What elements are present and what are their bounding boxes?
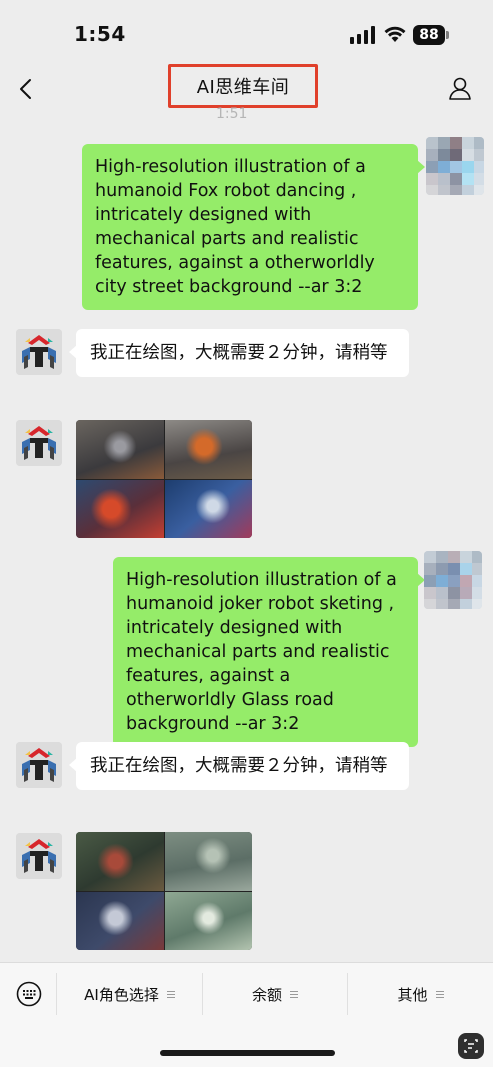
bottom-menu-bar: AI角色选择 余额 其他 (0, 962, 493, 1067)
image-tile (76, 891, 164, 950)
image-tile (76, 832, 164, 891)
battery-icon: 88 (413, 25, 449, 45)
back-arrow-icon[interactable] (14, 76, 40, 102)
menu-other[interactable]: 其他 (348, 963, 493, 1025)
bot-avatar[interactable] (16, 833, 62, 879)
submenu-icon (290, 989, 298, 1000)
image-tile (76, 479, 164, 538)
bot-logo-icon (16, 742, 62, 788)
menu-label: AI角色选择 (84, 985, 159, 1004)
menu-balance[interactable]: 余额 (203, 963, 347, 1025)
menu-label: 余额 (251, 985, 282, 1004)
submenu-icon (435, 989, 444, 1000)
bot-logo-icon (16, 833, 62, 879)
status-time: 1:54 (74, 22, 126, 46)
incoming-message-bubble[interactable]: 我正在绘图，大概需要２分钟，请稍等 (69, 329, 409, 377)
menu-ai-role-select[interactable]: AI角色选择 (57, 963, 202, 1025)
chat-title-highlight: AI思维车间 (168, 64, 318, 108)
image-tile (164, 479, 252, 538)
floating-scan-icon[interactable] (458, 1033, 484, 1059)
wifi-icon (384, 26, 406, 42)
user-avatar[interactable] (424, 551, 482, 609)
message-timestamp: 1:51 (216, 106, 248, 120)
submenu-icon (166, 989, 175, 1000)
profile-icon[interactable] (447, 75, 473, 101)
bot-logo-icon (16, 420, 62, 466)
message-text: High-resolution illustration of a humano… (95, 157, 375, 297)
menu-label: 其他 (397, 985, 428, 1004)
bot-avatar[interactable] (16, 420, 62, 466)
home-indicator[interactable] (160, 1050, 335, 1056)
incoming-message-bubble[interactable]: 我正在绘图，大概需要２分钟，请稍等 (69, 742, 409, 790)
image-tile (76, 420, 164, 479)
message-text: 我正在绘图，大概需要２分钟，请稍等 (90, 343, 388, 363)
image-tile (164, 891, 252, 950)
cellular-signal-icon (350, 26, 375, 44)
message-text: High-resolution illustration of a humano… (126, 570, 397, 734)
battery-level: 88 (413, 25, 445, 45)
image-tile (164, 420, 252, 479)
bot-avatar[interactable] (16, 742, 62, 788)
keyboard-toggle-icon[interactable] (16, 981, 42, 1007)
outgoing-message-bubble[interactable]: High-resolution illustration of a humano… (82, 144, 425, 310)
generated-image-joker-robot[interactable] (76, 832, 252, 950)
image-tile (164, 832, 252, 891)
outgoing-message-bubble[interactable]: High-resolution illustration of a humano… (113, 557, 425, 747)
bot-avatar[interactable] (16, 329, 62, 375)
user-avatar[interactable] (426, 137, 484, 195)
chat-title: AI思维车间 (196, 77, 290, 98)
status-bar: 1:54 88 (0, 0, 493, 66)
generated-image-fox-robot[interactable] (76, 420, 252, 538)
bot-logo-icon (16, 329, 62, 375)
message-text: 我正在绘图，大概需要２分钟，请稍等 (90, 756, 388, 776)
